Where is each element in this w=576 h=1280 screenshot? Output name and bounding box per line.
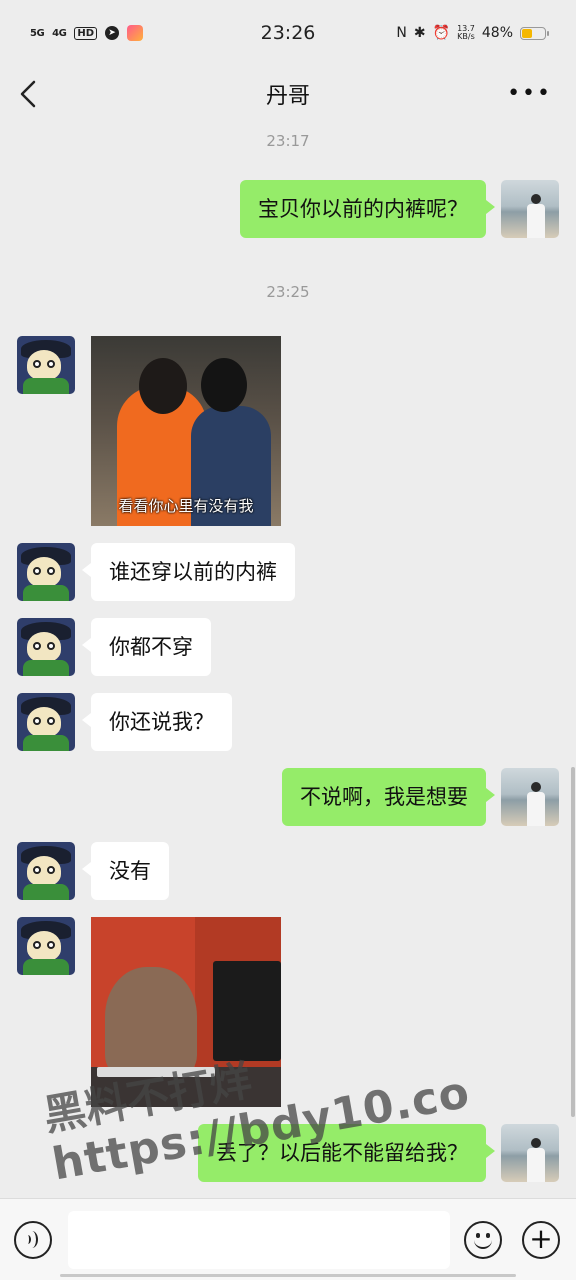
net-speed-unit: KB/s — [457, 32, 475, 41]
contact-avatar[interactable] — [17, 917, 75, 975]
image-message[interactable] — [91, 917, 281, 1107]
incoming-message[interactable]: 没有 — [82, 842, 169, 900]
nfc-icon: N — [396, 25, 407, 41]
timestamp: 23:17 — [266, 132, 310, 150]
chat-list[interactable]: 23:17 宝贝你以前的内裤呢？ 23:25 看看你心里有没有我 谁还穿以前的内… — [0, 122, 576, 1198]
back-button[interactable] — [16, 78, 44, 110]
voice-button[interactable] — [14, 1221, 52, 1259]
timestamp: 23:25 — [266, 283, 310, 301]
signal-4g-icon: 4G — [52, 27, 67, 39]
contact-avatar[interactable] — [17, 842, 75, 900]
my-avatar[interactable] — [501, 1124, 559, 1182]
app-notification-icon — [127, 25, 144, 41]
incoming-message[interactable]: 你还说我？ — [82, 693, 232, 751]
image-message[interactable]: 看看你心里有没有我 — [91, 336, 281, 526]
status-bar: 5G 4G HD ➤ 23:26 N ✱ ⏰ 13.7 KB/s 48% — [0, 0, 576, 66]
emoji-button[interactable] — [464, 1221, 502, 1259]
status-left: 5G 4G HD ➤ — [30, 25, 144, 41]
alarm-icon: ⏰ — [432, 25, 451, 41]
chat-header: 丹哥 ••• — [0, 66, 576, 122]
home-indicator — [60, 1274, 516, 1277]
telegram-icon: ➤ — [105, 26, 120, 40]
chat-title: 丹哥 — [265, 84, 310, 109]
contact-avatar[interactable] — [17, 543, 75, 601]
signal-5g-icon: 5G — [30, 27, 45, 39]
status-right: N ✱ ⏰ 13.7 KB/s 48% — [396, 25, 549, 41]
input-bar: + — [0, 1198, 576, 1280]
more-button[interactable]: ••• — [507, 80, 552, 108]
plus-button[interactable]: + — [522, 1221, 560, 1259]
outgoing-message[interactable]: 不说啊，我是想要 — [282, 768, 495, 826]
hd-badge: HD — [74, 26, 98, 40]
my-avatar[interactable] — [501, 180, 559, 238]
battery-fill — [522, 28, 533, 38]
contact-avatar[interactable] — [17, 618, 75, 676]
net-speed: 13.7 KB/s — [457, 25, 475, 41]
battery-icon — [520, 26, 549, 40]
my-avatar[interactable] — [501, 768, 559, 826]
incoming-message[interactable]: 你都不穿 — [82, 618, 211, 676]
outgoing-message[interactable]: 丢了？以后能不能留给我？ — [198, 1124, 495, 1182]
chevron-left-icon — [20, 80, 36, 108]
battery-percent: 48% — [481, 25, 513, 41]
outgoing-message[interactable]: 宝贝你以前的内裤呢？ — [240, 180, 495, 238]
scrollbar[interactable] — [571, 767, 575, 1117]
message-input[interactable] — [68, 1211, 450, 1269]
contact-avatar[interactable] — [17, 693, 75, 751]
incoming-message[interactable]: 谁还穿以前的内裤 — [82, 543, 295, 601]
contact-avatar[interactable] — [17, 336, 75, 394]
bluetooth-icon: ✱ — [413, 25, 426, 41]
image-caption: 看看你心里有没有我 — [118, 497, 254, 515]
